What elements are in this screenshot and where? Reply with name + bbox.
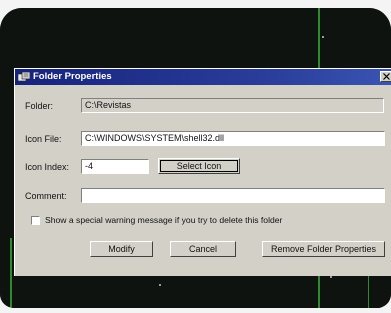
window-title: Folder Properties — [33, 71, 112, 82]
icon-index-label: Icon Index: — [25, 162, 70, 172]
photo-background: Folder Properties Folder: C:\Revistas Ic… — [0, 0, 391, 313]
modify-button[interactable]: Modify — [90, 241, 153, 257]
remove-folder-properties-button[interactable]: Remove Folder Properties — [262, 241, 385, 257]
comment-field[interactable] — [81, 188, 385, 203]
screen-speck — [322, 36, 324, 38]
folder-properties-icon — [17, 71, 31, 82]
folder-properties-dialog: Folder Properties Folder: C:\Revistas Ic… — [14, 68, 391, 276]
screen-speck — [330, 276, 332, 278]
close-button[interactable] — [380, 71, 391, 82]
select-icon-button[interactable]: Select Icon — [158, 158, 240, 174]
screen-speck — [159, 284, 161, 286]
icon-file-label: Icon File: — [25, 134, 62, 144]
warning-checkbox[interactable] — [31, 216, 40, 225]
comment-label: Comment: — [25, 191, 67, 201]
folder-label: Folder: — [25, 101, 54, 111]
cancel-button[interactable]: Cancel — [170, 241, 236, 257]
monitor-bezel: Folder Properties Folder: C:\Revistas Ic… — [0, 8, 391, 308]
folder-field: C:\Revistas — [81, 98, 384, 113]
screen-line — [10, 238, 12, 308]
icon-file-field[interactable]: C:\WINDOWS\SYSTEM\shell32.dll — [81, 131, 385, 146]
close-icon — [383, 73, 390, 80]
warning-checkbox-label: Show a special warning message if you tr… — [45, 215, 283, 225]
icon-index-field[interactable]: -4 — [81, 159, 149, 174]
title-bar[interactable]: Folder Properties — [15, 69, 391, 85]
